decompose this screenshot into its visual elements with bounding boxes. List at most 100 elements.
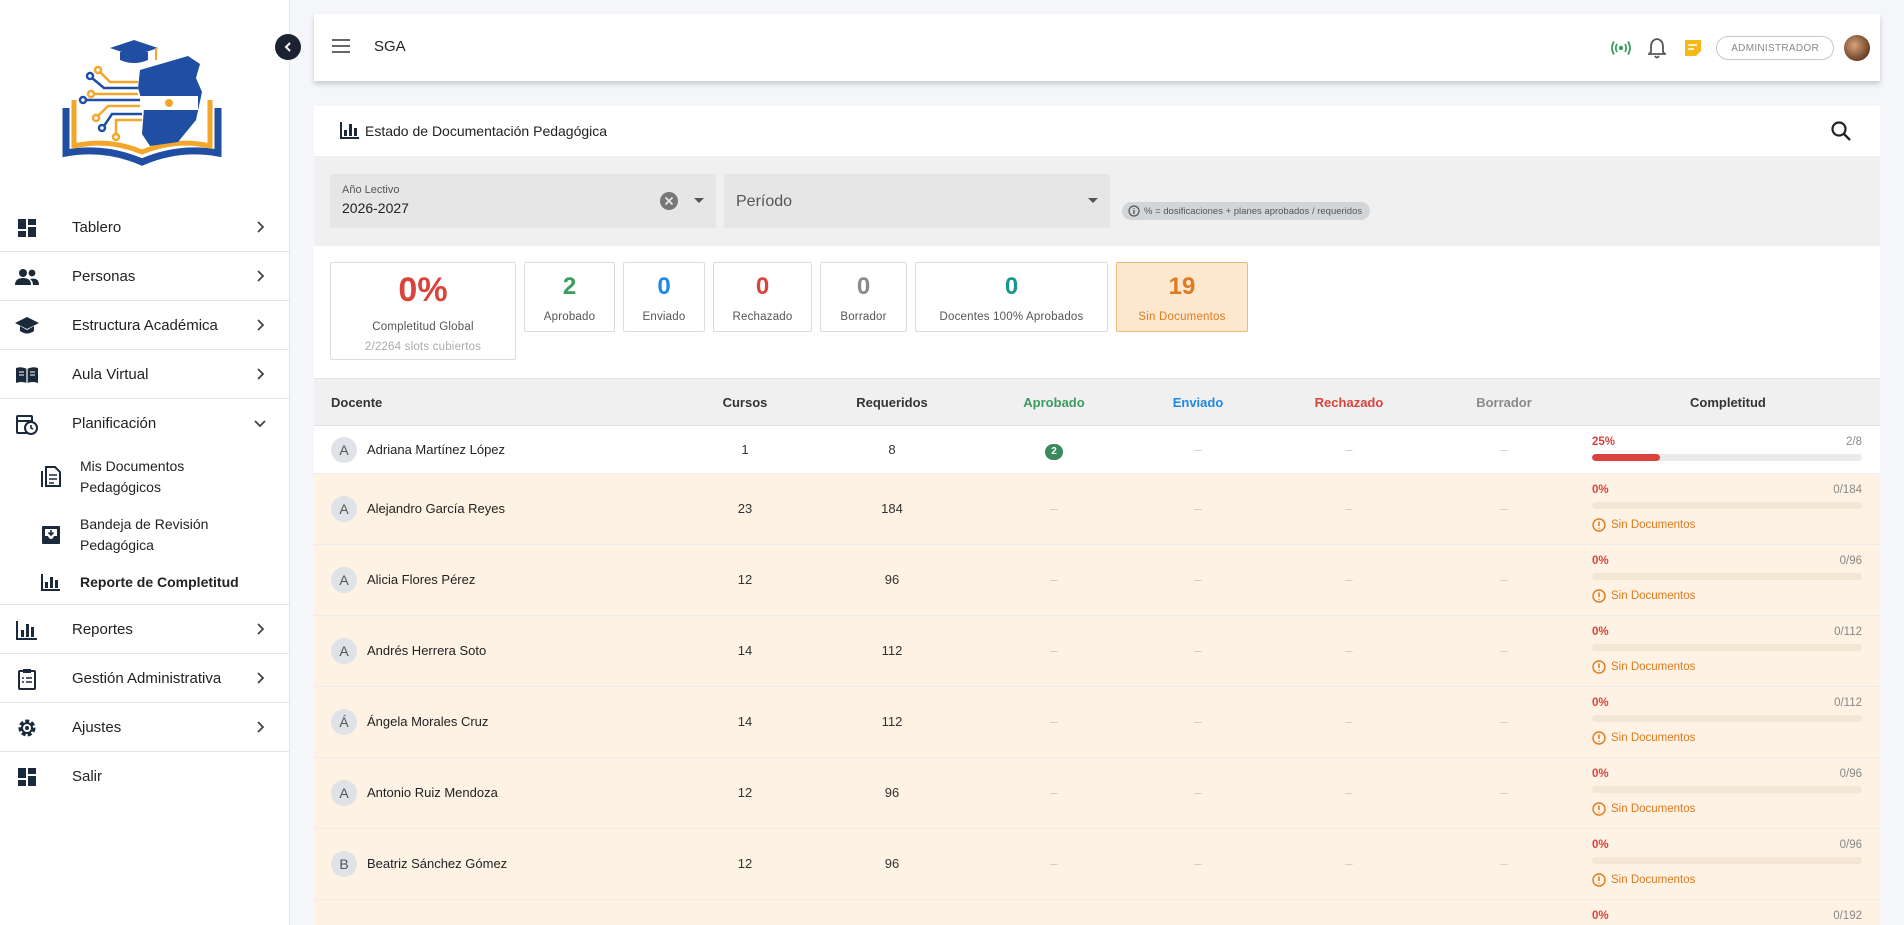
rechazado-empty: –: [1345, 643, 1353, 658]
year-select[interactable]: Año Lectivo 2026-2027: [330, 174, 716, 228]
document-icon: [40, 466, 62, 488]
stat-aprobado[interactable]: 2 Aprobado: [524, 262, 615, 332]
col-completitud[interactable]: Completitud: [1690, 395, 1766, 410]
year-select-value: 2026-2027: [342, 200, 409, 216]
rechazado-empty: –: [1345, 442, 1353, 457]
rechazado-empty: –: [1345, 856, 1353, 871]
col-aprobado[interactable]: Aprobado: [1014, 395, 1094, 410]
menu-icon[interactable]: [331, 38, 351, 54]
table-row[interactable]: A Alejandro García Reyes 23 184 – – – – 0% 0/18…: [314, 474, 1880, 545]
school-logo: [62, 40, 222, 166]
col-cursos[interactable]: Cursos: [705, 395, 785, 410]
dropdown-arrow-icon: [1088, 198, 1098, 203]
docente-avatar: A: [331, 437, 357, 463]
sidebar-item-ajustes[interactable]: Ajustes: [0, 703, 290, 752]
completitud-percent: 0%: [1592, 484, 1609, 496]
stat-borrador[interactable]: 0 Borrador: [820, 262, 907, 332]
aprobado-empty: –: [1050, 501, 1058, 516]
completitud-ratio: 0/96: [1839, 555, 1862, 567]
report-card: Estado de Documentación Pedagógica Año L…: [314, 106, 1880, 925]
stat-sublabel: 2/2264 slots cubiertos: [364, 341, 482, 353]
sidebar-item-tablero[interactable]: Tablero: [0, 203, 290, 252]
bar-chart-icon: [15, 619, 39, 641]
docente-avatar: A: [331, 638, 357, 664]
aprobado-badge-cell: 2: [1014, 442, 1094, 460]
clipboard-icon: [15, 668, 39, 690]
sidebar-item-planificacion[interactable]: Planificación: [0, 399, 290, 448]
user-avatar[interactable]: [1844, 35, 1870, 61]
period-select[interactable]: Período: [724, 174, 1110, 228]
broadcast-icon[interactable]: [1608, 35, 1634, 61]
warning-circle-icon: [1592, 589, 1606, 603]
sidebar-item-aula-virtual[interactable]: Aula Virtual: [0, 350, 290, 399]
calendar-clock-icon: [15, 413, 39, 435]
enviado-empty: –: [1194, 501, 1202, 516]
gear-icon: [15, 717, 39, 739]
col-rechazado[interactable]: Rechazado: [1309, 395, 1389, 410]
requeridos-value: 96: [884, 785, 900, 800]
aprobado-empty: –: [1050, 572, 1058, 587]
clear-icon[interactable]: [660, 192, 678, 210]
chevron-left-icon: [284, 42, 291, 52]
table-row[interactable]: A Antonio Ruiz Mendoza 12 96 – – – – 0% 0/96 Si…: [314, 758, 1880, 829]
completitud-cell: 0% 0/96 Sin Documentos: [1592, 768, 1862, 820]
sidebar-item-reportes[interactable]: Reportes: [0, 605, 290, 654]
sidebar-item-gestion-administrativa[interactable]: Gestión Administrativa: [0, 654, 290, 703]
chevron-right-icon: [257, 672, 265, 684]
docente-name: Andrés Herrera Soto: [367, 643, 487, 658]
col-borrador[interactable]: Borrador: [1464, 395, 1544, 410]
table-row[interactable]: A Andrés Herrera Soto 14 112 – – – – 0% 0/112 S…: [314, 616, 1880, 687]
subitem-mis-documentos[interactable]: Mis Documentos Pedagógicos: [0, 452, 290, 502]
table-row[interactable]: B Beatriz Sánchez Gómez 12 96 – – – – 0% 0/96 S…: [314, 829, 1880, 900]
stat-sin-documentos[interactable]: 19 Sin Documentos: [1116, 262, 1248, 332]
rechazado-empty: –: [1345, 501, 1353, 516]
collapse-sidebar-button[interactable]: [275, 34, 301, 60]
table-row[interactable]: Á Ángela Morales Cruz 14 112 – – – – 0% 0/112 S…: [314, 687, 1880, 758]
sidebar-item-estructura[interactable]: Estructura Académica: [0, 301, 290, 350]
sidebar-item-personas[interactable]: Personas: [0, 252, 290, 301]
completitud-cell: 0% 0/184 Sin Documentos: [1592, 484, 1862, 536]
dropdown-arrow-icon: [694, 198, 704, 203]
sidebar-item-label: Personas: [72, 267, 136, 285]
docente-avatar: Á: [331, 709, 357, 735]
enviado-empty: –: [1194, 785, 1202, 800]
enviado-empty: –: [1194, 856, 1202, 871]
table-row[interactable]: A Adriana Martínez López 1 8 2 – – – 25% 2/8: [314, 426, 1880, 474]
requeridos-value: 96: [884, 572, 900, 587]
notes-icon[interactable]: [1680, 35, 1706, 61]
enviado-empty: –: [1194, 714, 1202, 729]
search-icon[interactable]: [1830, 120, 1852, 142]
stat-enviado[interactable]: 0 Enviado: [623, 262, 705, 332]
completitud-percent: 0%: [1592, 910, 1609, 922]
borrador-empty: –: [1500, 442, 1508, 457]
sidebar-item-label: Tablero: [72, 218, 122, 236]
sin-documentos-text: Sin Documentos: [1611, 519, 1696, 531]
table-row[interactable]: 0% 0/192 Sin Documentos: [314, 900, 1880, 925]
table-header: Docente Cursos Requeridos Aprobado Envia…: [314, 378, 1880, 426]
col-requeridos[interactable]: Requeridos: [852, 395, 932, 410]
chevron-right-icon: [257, 319, 265, 331]
col-docente[interactable]: Docente: [331, 395, 382, 410]
docente-name: Alicia Flores Pérez: [367, 572, 476, 587]
col-enviado[interactable]: Enviado: [1158, 395, 1238, 410]
rechazado-empty: –: [1345, 572, 1353, 587]
stat-rechazado[interactable]: 0 Rechazado: [713, 262, 812, 332]
subitem-bandeja-revision[interactable]: Bandeja de Revisión Pedagógica: [0, 510, 290, 560]
stat-docentes-100[interactable]: 0 Docentes 100% Aprobados: [915, 262, 1108, 332]
completitud-cell: 0% 0/192 Sin Documentos: [1592, 910, 1862, 925]
sidebar-item-salir[interactable]: Salir: [0, 752, 290, 801]
card-header: Estado de Documentación Pedagógica: [314, 106, 1880, 156]
completitud-cell: 0% 0/96 Sin Documentos: [1592, 839, 1862, 891]
role-chip[interactable]: ADMINISTRADOR: [1716, 36, 1834, 60]
subitem-reporte-completitud[interactable]: Reporte de Completitud: [0, 566, 290, 598]
chevron-down-icon: [254, 420, 266, 428]
chevron-right-icon: [257, 221, 265, 233]
requeridos-value: 112: [881, 643, 903, 658]
formula-info-text: % = dosificaciones + planes aprobados / …: [1144, 205, 1363, 217]
stat-value: 0: [755, 273, 770, 300]
sidebar-item-label: Salir: [72, 768, 103, 785]
table-row[interactable]: A Alicia Flores Pérez 12 96 – – – – 0% 0/96 Sin…: [314, 545, 1880, 616]
aprobado-empty: –: [1050, 856, 1058, 871]
aprobado-badge: 2: [1045, 444, 1063, 460]
notifications-bell-icon[interactable]: [1644, 35, 1670, 61]
